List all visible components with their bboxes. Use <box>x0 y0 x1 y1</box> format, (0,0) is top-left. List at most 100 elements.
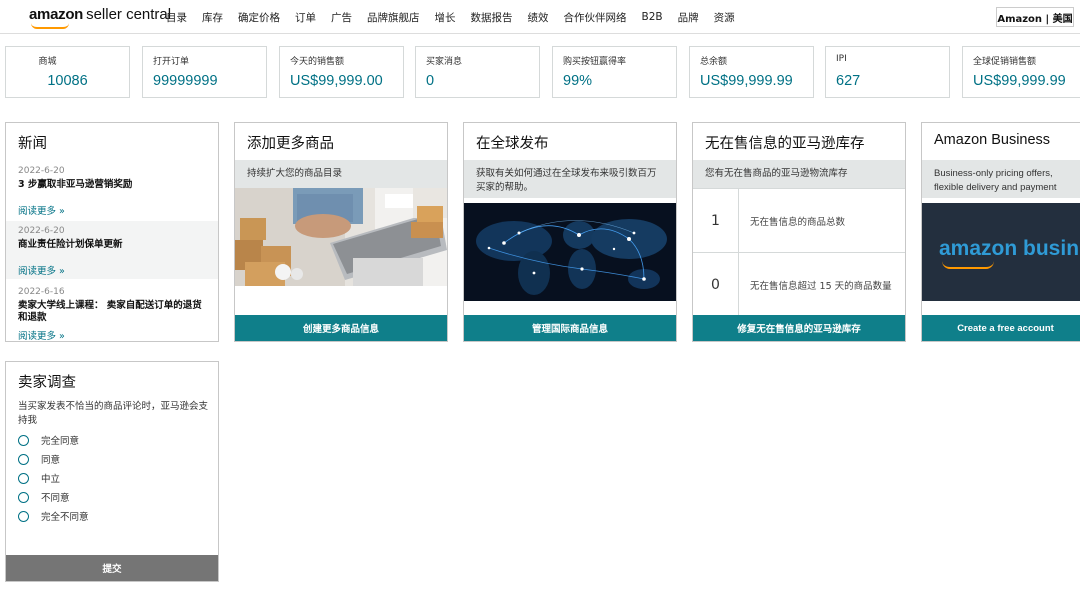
metric-value: 99999999 <box>153 73 218 89</box>
radio-button[interactable] <box>18 510 29 522</box>
nav-item-resources[interactable]: 资源 <box>714 10 735 25</box>
option-label: 完全不同意 <box>41 512 89 523</box>
seller-workspace-image <box>235 188 447 286</box>
nav-item-growth[interactable]: 增长 <box>435 10 456 25</box>
add-products-title: 添加更多商品 <box>247 136 334 152</box>
news-date: 2022-6-20 <box>18 226 65 236</box>
nav-item-orders[interactable]: 订单 <box>295 10 316 25</box>
metric-label: IPI <box>836 54 847 64</box>
metric-label: 商城 <box>38 57 57 67</box>
nav-item-pricing[interactable]: 确定价格 <box>238 10 280 25</box>
metric-card-marketplace[interactable]: 商城 10086 <box>5 46 130 98</box>
metric-label: 买家消息 <box>426 57 463 67</box>
radio-button[interactable] <box>18 434 29 446</box>
metric-value: 10086 <box>47 73 88 89</box>
amazon-business-subtitle: Business-only pricing offers, flexible d… <box>922 160 1080 198</box>
metric-card-today-sales[interactable]: 今天的销售额 US$99,999.00 <box>279 46 404 98</box>
survey-option-strongly-agree[interactable]: 完全同意 <box>18 433 79 447</box>
nav-item-brands[interactable]: 品牌 <box>678 10 699 25</box>
metric-value: US$99,999.99 <box>973 73 1066 89</box>
create-listings-button[interactable]: 创建更多商品信息 <box>235 315 447 341</box>
amazon-smile-icon <box>31 23 69 29</box>
add-products-subtitle: 持续扩大您的商品目录 <box>235 160 447 188</box>
amazon-smile-icon <box>942 261 994 269</box>
metric-value: 99% <box>563 73 593 89</box>
read-more-link[interactable]: 阅读更多 » <box>18 203 65 217</box>
news-title: 新闻 <box>18 136 47 152</box>
stranded-inventory-subtitle: 您有无在售商品的亚马逊物流库存 <box>693 160 905 188</box>
stranded-count: 1 <box>693 189 739 252</box>
amazon-business-card: Amazon Business Business-only pricing of… <box>921 122 1080 342</box>
stranded-count: 0 <box>693 253 739 317</box>
news-item: 2022-6-16 卖家大学线上课程： 卖家自配送订单的退货和退款 阅读更多 » <box>6 282 218 341</box>
survey-submit-button[interactable]: 提交 <box>6 555 218 581</box>
survey-option-neutral[interactable]: 中立 <box>18 471 60 485</box>
radio-button[interactable] <box>18 453 29 465</box>
seller-central-logo[interactable]: amazon seller central <box>29 6 172 29</box>
news-headline[interactable]: 商业责任险计划保单更新 <box>18 239 206 251</box>
stranded-label: 无在售信息的商品总数 <box>750 216 846 228</box>
seller-survey-card: 卖家调查 当买家发表不恰当的商品评论时，亚马逊会支持我 完全同意 同意 中立 不… <box>5 361 219 582</box>
option-label: 中立 <box>41 474 61 485</box>
metric-card-buybox-rate[interactable]: 购买按钮赢得率 99% <box>552 46 677 98</box>
news-headline[interactable]: 3 步赢取非亚马逊营销奖励 <box>18 179 206 191</box>
metric-card-global-promo-sales[interactable]: 全球促销销售额 US$99,999.99 <box>962 46 1080 98</box>
amazon-business-logo: amazon busin <box>939 237 1080 260</box>
metrics-bar: 商城 10086 打开订单 99999999 今天的销售额 US$99,999.… <box>5 46 1080 98</box>
survey-title: 卖家调查 <box>18 375 76 391</box>
radio-button[interactable] <box>18 491 29 503</box>
stranded-row-total[interactable]: 1 无在售信息的商品总数 <box>693 188 905 252</box>
logo-suffix: seller central <box>86 6 172 23</box>
nav-item-b2b[interactable]: B2B <box>642 11 663 23</box>
stranded-label: 无在售信息超过 15 天的商品数量 <box>750 281 892 292</box>
nav-item-reports[interactable]: 数据报告 <box>471 10 513 25</box>
metric-label: 总余额 <box>700 57 728 67</box>
metric-label: 购买按钮赢得率 <box>563 57 627 67</box>
news-item: 2022-6-20 商业责任险计划保单更新 阅读更多 » <box>6 221 218 279</box>
global-selling-subtitle: 获取有关如何通过在全球发布来吸引数百万买家的帮助。 <box>464 160 676 198</box>
survey-option-agree[interactable]: 同意 <box>18 452 60 466</box>
nav-item-advertising[interactable]: 广告 <box>331 10 352 25</box>
metric-value: 627 <box>836 73 861 89</box>
metric-card-open-orders[interactable]: 打开订单 99999999 <box>142 46 267 98</box>
survey-option-strongly-disagree[interactable]: 完全不同意 <box>18 509 89 523</box>
nav-item-partner-network[interactable]: 合作伙伴网络 <box>564 10 627 25</box>
metric-value: 0 <box>426 73 435 89</box>
metric-card-total-balance[interactable]: 总余额 US$99,999.99 <box>689 46 814 98</box>
metric-label: 全球促销销售额 <box>973 57 1037 67</box>
nav-item-stores[interactable]: 品牌旗舰店 <box>367 10 420 25</box>
metric-card-buyer-messages[interactable]: 买家消息 0 <box>415 46 540 98</box>
logo-brand: amazon <box>29 6 84 23</box>
marketplace-selector[interactable]: Amazon | 美国 <box>996 7 1074 27</box>
option-label: 完全同意 <box>41 436 80 447</box>
metric-card-ipi[interactable]: IPI 627 <box>825 46 950 98</box>
amazon-business-title: Amazon Business <box>934 132 1051 148</box>
survey-option-disagree[interactable]: 不同意 <box>18 490 70 504</box>
nav-item-performance[interactable]: 绩效 <box>528 10 549 25</box>
survey-question: 当买家发表不恰当的商品评论时，亚马逊会支持我 <box>18 401 209 426</box>
news-card: 新闻 2022-6-20 3 步赢取非亚马逊营销奖励 阅读更多 » 2022-6… <box>5 122 219 342</box>
nav-item-inventory[interactable]: 库存 <box>202 10 223 25</box>
amazon-business-banner: amazon busin <box>922 203 1080 301</box>
metric-value: US$99,999.00 <box>290 73 383 89</box>
read-more-link[interactable]: 阅读更多 » <box>18 328 65 341</box>
seller-workspace-illustration <box>235 188 447 286</box>
world-network-illustration <box>464 203 676 301</box>
radio-button[interactable] <box>18 472 29 484</box>
metric-label: 今天的销售额 <box>290 57 345 67</box>
fix-stranded-inventory-button[interactable]: 修复无在售信息的亚马逊库存 <box>693 315 905 341</box>
nav-item-catalog[interactable]: 目录 <box>166 10 187 25</box>
metric-label: 打开订单 <box>153 57 190 67</box>
stranded-inventory-card: 无在售信息的亚马逊库存 您有无在售商品的亚马逊物流库存 1 无在售信息的商品总数… <box>692 122 906 342</box>
manage-international-listings-button[interactable]: 管理国际商品信息 <box>464 315 676 341</box>
news-date: 2022-6-20 <box>18 166 65 176</box>
news-headline[interactable]: 卖家大学线上课程： 卖家自配送订单的退货和退款 <box>18 300 206 324</box>
add-products-card: 添加更多商品 持续扩大您的商品目录 创建更多商品信息 <box>234 122 448 342</box>
read-more-link[interactable]: 阅读更多 » <box>18 263 65 277</box>
create-free-account-button[interactable]: Create a free account <box>922 315 1080 341</box>
stranded-row-over-15-days[interactable]: 0 无在售信息超过 15 天的商品数量 <box>693 252 905 317</box>
metric-value: US$99,999.99 <box>700 73 793 89</box>
news-date: 2022-6-16 <box>18 287 65 297</box>
news-item: 2022-6-20 3 步赢取非亚马逊营销奖励 阅读更多 » <box>6 161 218 217</box>
option-label: 同意 <box>41 455 61 466</box>
